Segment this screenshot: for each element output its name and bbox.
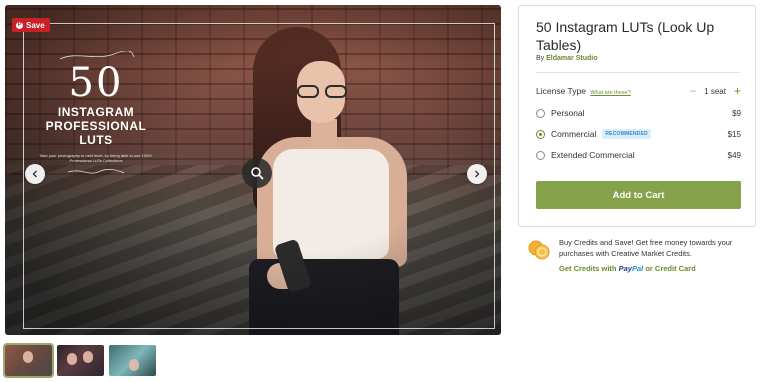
license-option-price: $9 [732,108,741,118]
previous-image-button[interactable] [25,164,45,184]
seat-stepper: – 1 seat + [690,85,741,97]
credits-links: Get Credits with PayPal or Credit Card [559,264,696,273]
recommended-badge: RECOMMENDED [602,129,651,139]
flourish-bottom-icon [67,169,125,174]
radio-button[interactable] [536,108,545,118]
cover-tagline: Take your photography to next level, by … [39,153,153,163]
license-option-extended-commercial[interactable]: Extended Commercial $49 [536,149,741,161]
license-type-row: License Type What are these? – 1 seat + [536,85,741,98]
product-image-gallery[interactable]: P Save 50 INSTAGRAM PROFESSIONAL LUTS Ta… [5,5,501,335]
license-option-label: Personal [551,108,585,118]
get-credits-link[interactable]: Get Credits with [559,264,617,273]
license-option-label: Commercial [551,129,597,139]
increase-seat-button[interactable]: + [734,85,741,97]
radio-button[interactable] [536,150,545,160]
credit-card-link[interactable]: or Credit Card [645,264,695,273]
license-help-link[interactable]: What are these? [590,90,630,96]
paypal-logo[interactable]: PayPal [619,264,644,273]
coins-icon [528,240,550,260]
credits-description: Buy Credits and Save! Get free money tow… [559,238,733,258]
byline: By Eldamar Studio [536,55,598,62]
chevron-right-icon [475,170,480,178]
credits-promo: Buy Credits and Save! Get free money tow… [528,237,753,277]
license-option-commercial[interactable]: Commercial RECOMMENDED $15 [536,128,741,140]
radio-button-selected[interactable] [536,129,545,139]
license-option-price: $49 [727,150,741,160]
cover-number: 50 [68,60,124,106]
pinterest-icon: P [16,21,23,29]
cover-title-line1: INSTAGRAM [57,105,135,119]
license-option-personal[interactable]: Personal $9 [536,107,741,119]
thumbnail-3[interactable] [109,345,156,376]
license-option-price: $15 [727,129,741,139]
zoom-button[interactable] [242,158,272,188]
magnifier-icon [251,167,264,180]
save-label: Save [26,20,45,30]
product-title: 50 Instagram LUTs (Look Up Tables) [536,19,715,53]
chevron-left-icon [32,170,37,178]
purchase-panel: 50 Instagram LUTs (Look Up Tables) By El… [518,5,756,227]
divider [536,72,740,73]
cover-title-line2: PROFESSIONAL LUTS [45,119,147,147]
license-type-label: License Type [536,86,586,96]
seat-count: 1 seat [704,86,726,96]
cover-text: 50 INSTAGRAM PROFESSIONAL LUTS Take your… [31,51,161,177]
author-link[interactable]: Eldamar Studio [546,55,597,62]
pinterest-save-button[interactable]: P Save [12,18,50,32]
thumbnail-1[interactable] [3,343,54,378]
next-image-button[interactable] [467,164,487,184]
add-to-cart-button[interactable]: Add to Cart [536,181,741,209]
thumbnail-2[interactable] [57,345,104,376]
decrease-seat-button[interactable]: – [690,86,696,97]
license-option-label: Extended Commercial [551,150,635,160]
thumbnail-strip [3,343,156,378]
